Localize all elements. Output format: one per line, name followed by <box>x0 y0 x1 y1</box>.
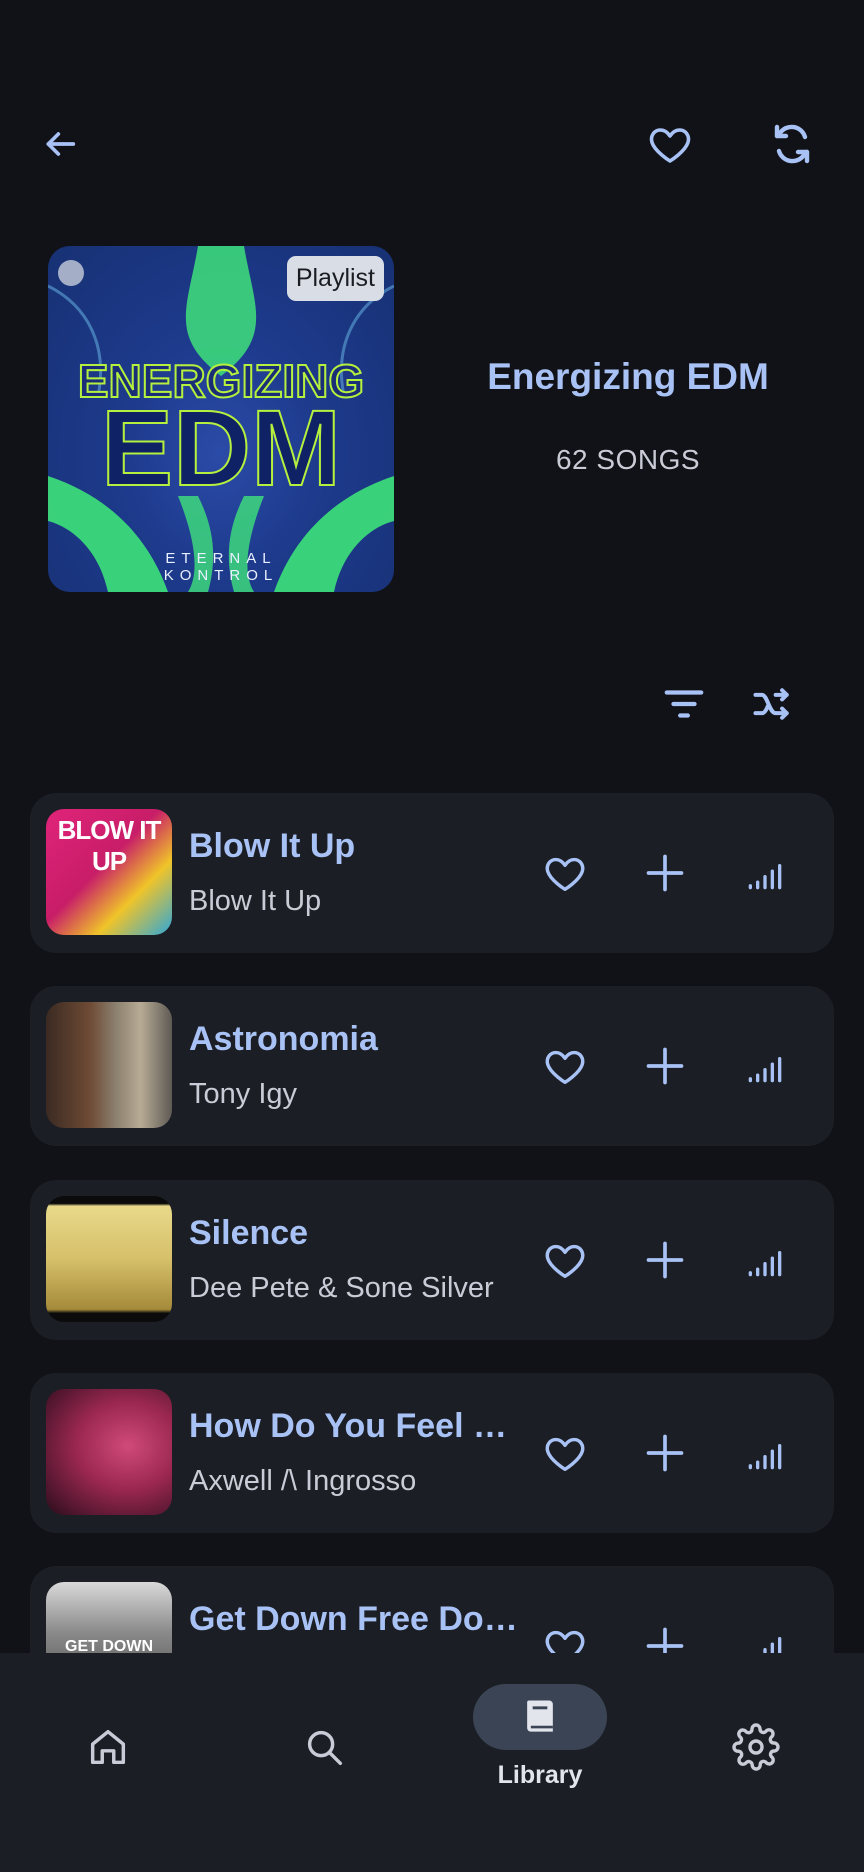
song-signal-button[interactable] <box>730 1418 800 1488</box>
add-to-playlist-button[interactable] <box>630 1031 700 1101</box>
add-to-playlist-button[interactable] <box>630 1418 700 1488</box>
like-button[interactable] <box>530 1225 600 1295</box>
plus-icon <box>646 1434 684 1472</box>
playlist-screen: ENERGIZING EDM ETERNAL KONTROL Playlist … <box>0 0 864 1872</box>
song-signal-button[interactable] <box>730 1031 800 1101</box>
signal-bars-icon <box>748 1057 782 1083</box>
heart-outline-icon <box>545 1437 585 1472</box>
shuffle-icon <box>753 688 789 720</box>
cover-brand-line1: ETERNAL <box>165 550 277 567</box>
heart-outline-icon <box>545 857 585 892</box>
plus-icon <box>646 1241 684 1279</box>
add-to-playlist-button[interactable] <box>630 1225 700 1295</box>
signal-bars-icon <box>748 1251 782 1277</box>
add-to-playlist-button[interactable] <box>630 838 700 908</box>
sync-icon <box>774 124 810 164</box>
arrow-left-icon <box>46 132 76 156</box>
shuffle-button[interactable] <box>740 672 804 736</box>
library-icon <box>527 1700 553 1732</box>
song-artist: Tony Igy <box>189 1078 297 1110</box>
song-artist: Dee Pete & Sone Silver <box>189 1272 494 1304</box>
playlist-title: Energizing EDM <box>487 356 769 397</box>
song-count: 62 SONGS <box>555 444 701 475</box>
settings-icon <box>732 1723 780 1771</box>
nav-library-label[interactable]: Library <box>440 1761 640 1790</box>
nav-home[interactable] <box>38 1683 178 1813</box>
song-row[interactable]: Astronomia Tony Igy <box>30 986 834 1146</box>
plus-icon <box>646 854 684 892</box>
filter-icon <box>664 690 704 718</box>
song-thumbnail: BLOW IT UP <box>46 809 172 935</box>
cover-brand-line2: KONTROL <box>163 566 279 584</box>
song-thumbnail <box>46 1002 172 1128</box>
nav-search[interactable] <box>254 1683 394 1813</box>
heart-outline-icon <box>545 1050 585 1085</box>
song-title: How Do You Feel R… <box>189 1407 519 1445</box>
signal-bars-icon <box>748 1444 782 1470</box>
like-button[interactable] <box>530 838 600 908</box>
song-title: Get Down Free Do… <box>189 1600 518 1638</box>
spotify-icon <box>58 260 84 286</box>
song-row[interactable]: How Do You Feel R… Axwell /\ Ingrosso <box>30 1373 834 1533</box>
filter-button[interactable] <box>652 672 716 736</box>
home-icon <box>90 1729 126 1765</box>
song-artist: Blow It Up <box>189 885 322 917</box>
cover-title-word2: EDM <box>100 387 342 508</box>
back-button[interactable] <box>28 112 92 176</box>
favorite-playlist-button[interactable] <box>638 112 702 176</box>
song-title: Astronomia <box>189 1020 378 1058</box>
heart-outline-icon <box>545 1244 585 1279</box>
song-thumbnail <box>46 1196 172 1322</box>
like-button[interactable] <box>530 1418 600 1488</box>
song-signal-button[interactable] <box>730 1225 800 1295</box>
song-title: Blow It Up <box>189 827 356 865</box>
song-row[interactable]: BLOW IT UP Blow It Up Blow It Up <box>30 793 834 953</box>
cover-brand: ETERNAL KONTROL <box>48 550 394 584</box>
thumbnail-text: BLOW IT UP <box>57 815 162 876</box>
nav-settings[interactable] <box>686 1683 826 1813</box>
like-button[interactable] <box>530 1031 600 1101</box>
signal-bars-icon <box>748 864 782 890</box>
playlist-cover: ENERGIZING EDM ETERNAL KONTROL Playlist <box>48 246 394 592</box>
bottom-navigation: Library <box>0 1653 864 1872</box>
sync-button[interactable] <box>760 112 824 176</box>
search-icon <box>307 1730 343 1766</box>
song-row[interactable]: Silence Dee Pete & Sone Silver <box>30 1180 834 1340</box>
song-title: Silence <box>189 1214 309 1252</box>
heart-outline-icon <box>649 128 691 163</box>
song-thumbnail <box>46 1389 172 1515</box>
song-signal-button[interactable] <box>730 838 800 908</box>
plus-icon <box>646 1047 684 1085</box>
song-artist: Axwell /\ Ingrosso <box>189 1465 417 1497</box>
playlist-badge: Playlist <box>286 256 384 301</box>
